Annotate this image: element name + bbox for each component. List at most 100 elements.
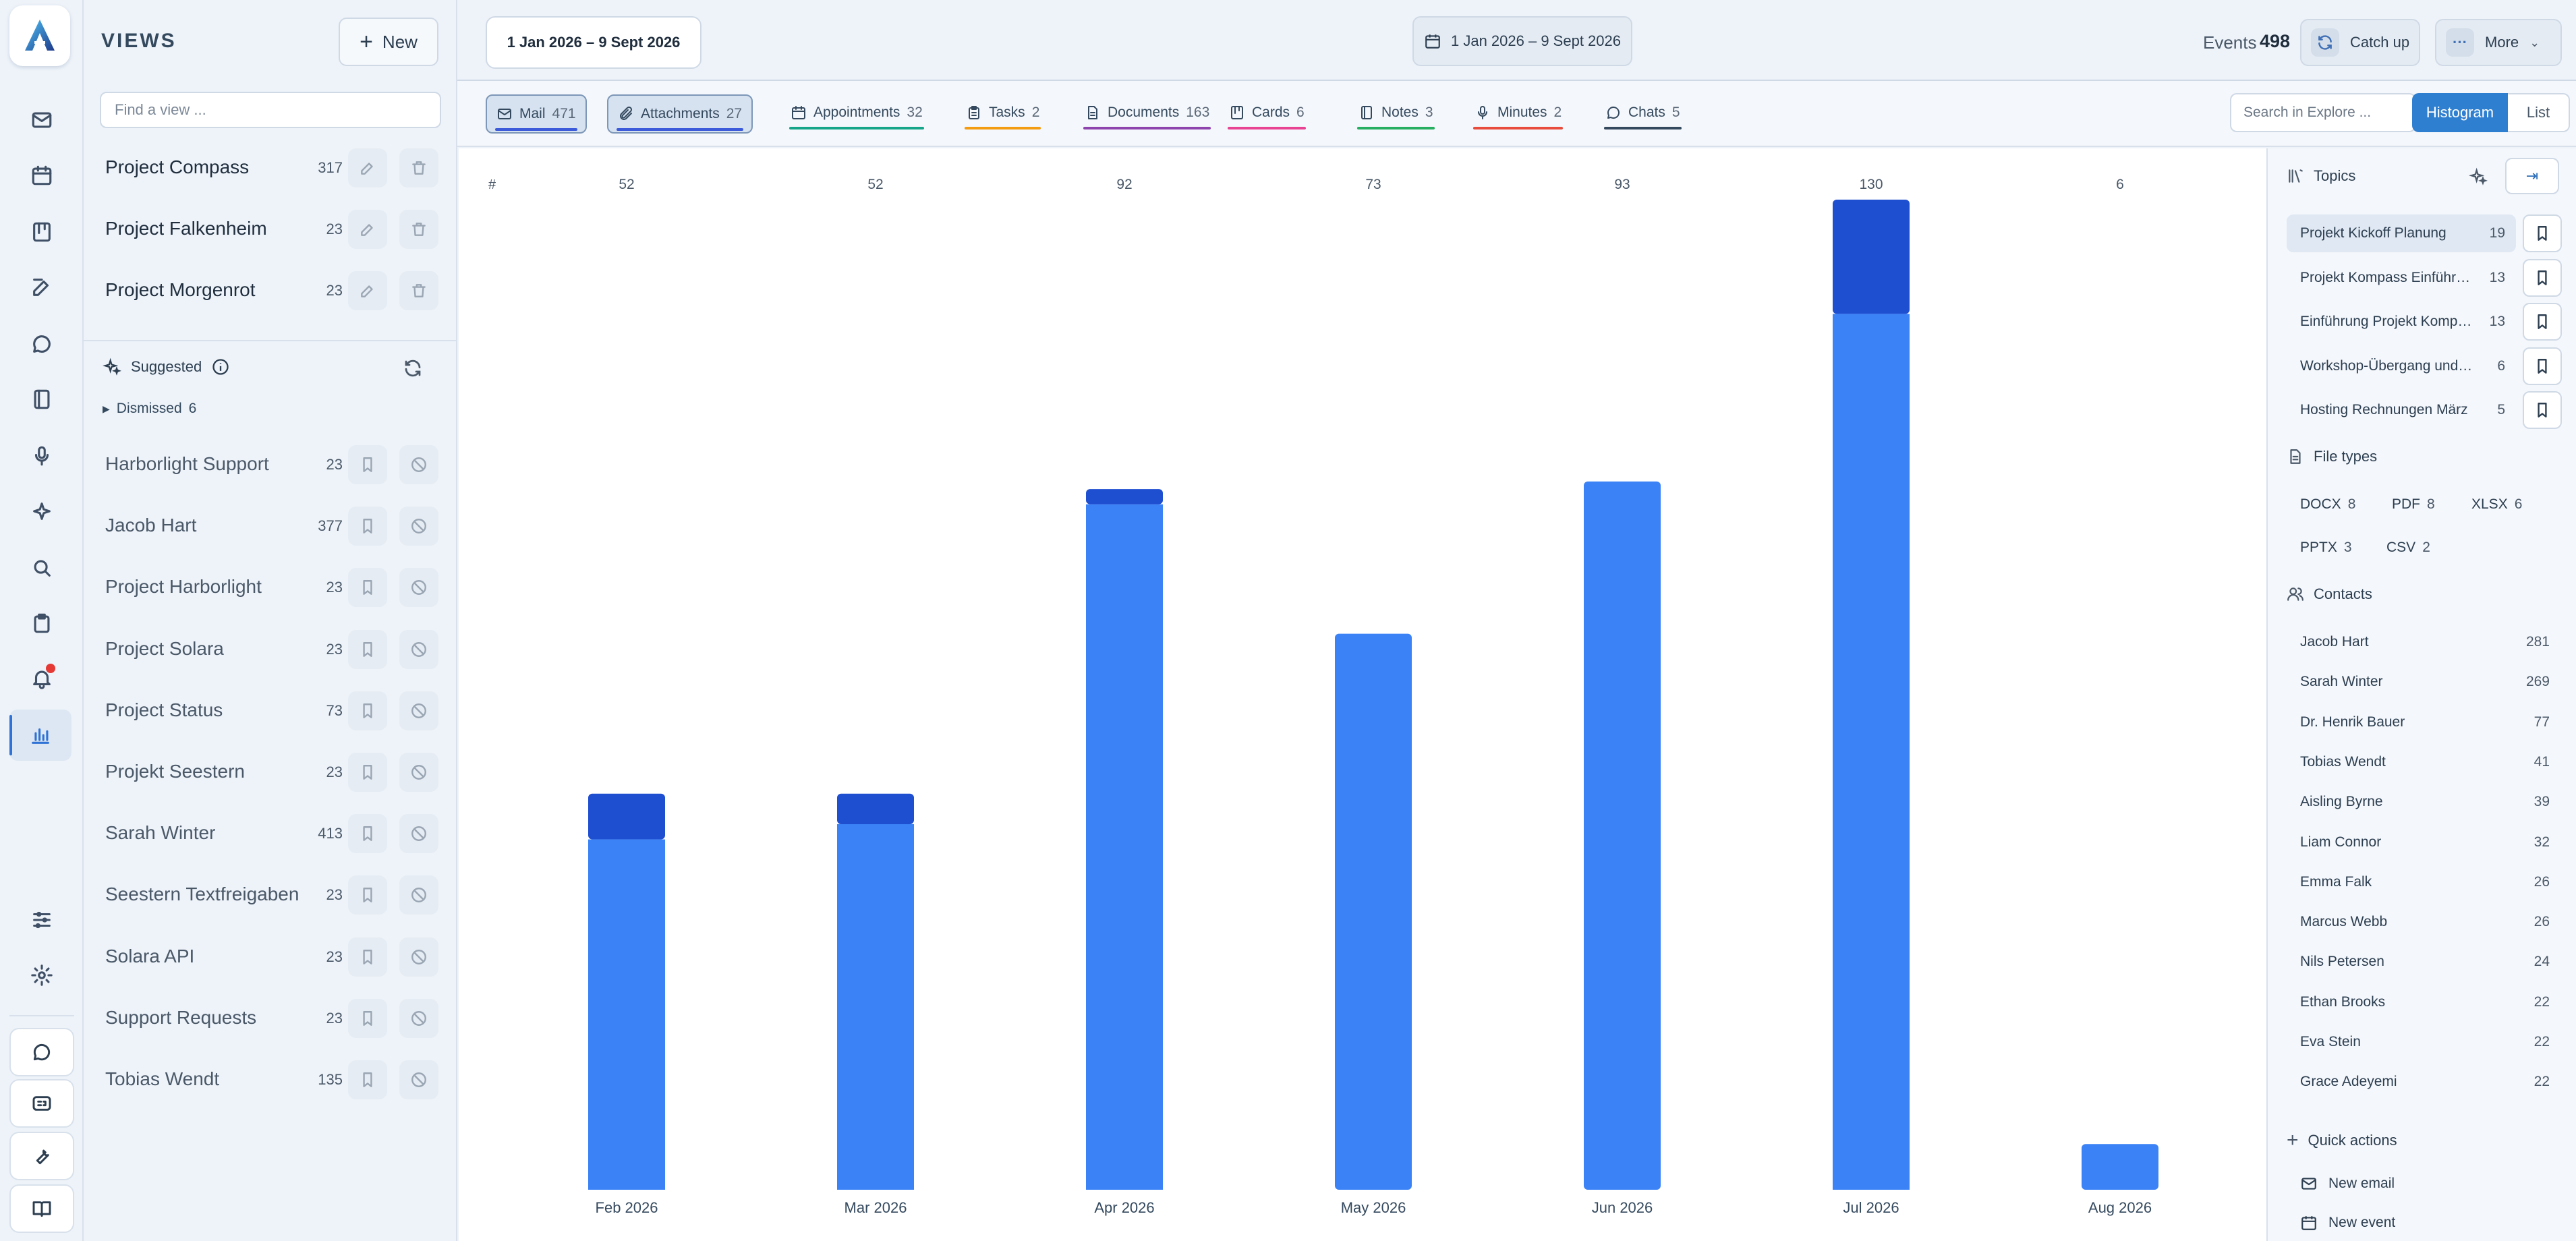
rail-board[interactable] [22, 212, 62, 252]
dismiss-suggestion-button[interactable] [399, 1060, 438, 1099]
topics-ai-button[interactable] [2463, 162, 2493, 192]
list-toggle[interactable]: List [2508, 93, 2570, 132]
info-icon[interactable] [211, 357, 230, 376]
filter-chip-notes[interactable]: Notes 3 [1349, 94, 1443, 134]
suggested-view-item[interactable]: Solara API 23 [84, 931, 457, 985]
bar-segment[interactable] [1584, 481, 1661, 1190]
suggested-view-item[interactable]: Sarah Winter 413 [84, 807, 457, 861]
rail-tasks[interactable] [22, 603, 62, 643]
bar-segment[interactable] [2082, 1144, 2158, 1190]
save-suggestion-button[interactable] [348, 1060, 387, 1099]
view-item[interactable]: Project Morgenrot 23 [84, 264, 457, 318]
delete-view-button[interactable] [399, 148, 438, 187]
rail-compose[interactable] [22, 267, 62, 308]
contact-item[interactable]: Jacob Hart 281 [2300, 634, 2550, 661]
delete-view-button[interactable] [399, 271, 438, 310]
date-range-button[interactable]: 1 Jan 2026 – 9 Sept 2026 [486, 16, 702, 69]
delete-view-button[interactable] [399, 210, 438, 249]
rail-calendar[interactable] [22, 155, 62, 196]
file-type-filter[interactable]: PPTX 3 [2300, 540, 2352, 556]
bookmark-topic-button[interactable] [2523, 214, 2562, 252]
save-suggestion-button[interactable] [348, 814, 387, 854]
filter-chip-appointments[interactable]: Appointments 32 [781, 94, 932, 134]
bar-segment[interactable] [1833, 314, 1910, 1190]
filter-chip-attachments[interactable]: Attachments 27 [607, 94, 753, 134]
bar-segment[interactable] [1086, 489, 1163, 504]
save-suggestion-button[interactable] [348, 629, 387, 669]
suggested-view-item[interactable]: Support Requests 23 [84, 992, 457, 1046]
file-type-filter[interactable]: XLSX 6 [2471, 496, 2522, 513]
contact-item[interactable]: Aisling Byrne 39 [2300, 794, 2550, 821]
save-suggestion-button[interactable] [348, 875, 387, 915]
rail-minutes[interactable] [22, 436, 62, 476]
histogram-toggle[interactable]: Histogram [2412, 93, 2508, 132]
filter-chip-minutes[interactable]: Minutes 2 [1465, 94, 1571, 134]
suggested-view-item[interactable]: Project Harborlight 23 [84, 561, 457, 615]
edit-view-button[interactable] [348, 271, 387, 310]
filter-chip-tasks[interactable]: Tasks 2 [956, 94, 1049, 134]
contact-item[interactable]: Sarah Winter 269 [2300, 674, 2550, 701]
edit-view-button[interactable] [348, 210, 387, 249]
save-suggestion-button[interactable] [348, 445, 387, 484]
dismiss-suggestion-button[interactable] [399, 875, 438, 915]
contact-item[interactable]: Grace Adeyemi 22 [2300, 1074, 2550, 1101]
contact-item[interactable]: Nils Petersen 24 [2300, 954, 2550, 981]
suggested-view-item[interactable]: Project Status 73 [84, 685, 457, 739]
bar-segment[interactable] [837, 824, 914, 1190]
contact-item[interactable]: Eva Stein 22 [2300, 1034, 2550, 1061]
rail-notifications[interactable] [22, 658, 62, 699]
bar-segment[interactable] [1335, 633, 1412, 1190]
dismiss-suggestion-button[interactable] [399, 937, 438, 977]
rail-chat[interactable] [22, 324, 62, 364]
suggested-view-item[interactable]: Jacob Hart 377 [84, 500, 457, 554]
collapse-panel-button[interactable]: ⇥ [2505, 158, 2559, 194]
catch-up-button[interactable]: Catch up [2300, 19, 2420, 66]
suggested-view-item[interactable]: Harborlight Support 23 [84, 438, 457, 492]
topic-item[interactable]: Workshop-Übergang und Abschluss 6 [2287, 347, 2516, 385]
bookmark-topic-button[interactable] [2523, 391, 2562, 429]
rail-settings[interactable] [22, 955, 62, 995]
bar-segment[interactable] [837, 793, 914, 824]
dismissed-toggle[interactable]: ▶ Dismissed 6 [103, 401, 196, 417]
suggested-view-item[interactable]: Tobias Wendt 135 [84, 1054, 457, 1107]
bookmark-topic-button[interactable] [2523, 347, 2562, 385]
dismiss-suggestion-button[interactable] [399, 814, 438, 854]
find-view-input[interactable] [100, 92, 441, 128]
dismiss-suggestion-button[interactable] [399, 568, 438, 608]
filter-chip-documents[interactable]: Documents 163 [1075, 94, 1219, 134]
contact-item[interactable]: Dr. Henrik Bauer 77 [2300, 714, 2550, 741]
topic-item[interactable]: Projekt Kickoff Planung 19 [2287, 214, 2516, 252]
topic-item[interactable]: Einführung Projekt Kompass 13 [2287, 303, 2516, 341]
suggested-view-item[interactable]: Projekt Seestern 23 [84, 746, 457, 800]
bar-segment[interactable] [1833, 200, 1910, 314]
refresh-suggestions-button[interactable] [398, 353, 428, 383]
save-suggestion-button[interactable] [348, 568, 387, 608]
dismiss-suggestion-button[interactable] [399, 691, 438, 730]
rail-explore[interactable] [9, 710, 71, 761]
contact-item[interactable]: Marcus Webb 26 [2300, 914, 2550, 941]
rail-tools[interactable] [9, 1132, 74, 1180]
contact-item[interactable]: Ethan Brooks 22 [2300, 994, 2550, 1021]
quick-action-new-event[interactable]: New event [2300, 1214, 2395, 1232]
bar-segment[interactable] [1086, 504, 1163, 1190]
filter-chip-mail[interactable]: Mail 471 [486, 94, 587, 134]
file-type-filter[interactable]: DOCX 8 [2300, 496, 2355, 513]
save-suggestion-button[interactable] [348, 753, 387, 792]
edit-view-button[interactable] [348, 148, 387, 187]
dismiss-suggestion-button[interactable] [399, 998, 438, 1038]
bookmark-topic-button[interactable] [2523, 258, 2562, 297]
rail-ai[interactable] [22, 491, 62, 531]
bookmark-topic-button[interactable] [2523, 303, 2562, 341]
rail-language[interactable] [9, 1079, 74, 1128]
suggested-view-item[interactable]: Project Solara 23 [84, 623, 457, 677]
date-range-picker[interactable]: 1 Jan 2026 – 9 Sept 2026 [1412, 16, 1632, 66]
bar-segment[interactable] [588, 793, 665, 840]
save-suggestion-button[interactable] [348, 998, 387, 1038]
suggested-view-item[interactable]: Seestern Textfreigaben 23 [84, 869, 457, 923]
filter-chip-cards[interactable]: Cards 6 [1220, 94, 1314, 134]
topic-item[interactable]: Projekt Kompass Einführung 13 [2287, 259, 2516, 297]
file-type-filter[interactable]: CSV 2 [2386, 540, 2430, 556]
view-item[interactable]: Project Compass 317 [84, 142, 457, 196]
dismiss-suggestion-button[interactable] [399, 445, 438, 484]
topic-item[interactable]: Hosting Rechnungen März 5 [2287, 391, 2516, 429]
